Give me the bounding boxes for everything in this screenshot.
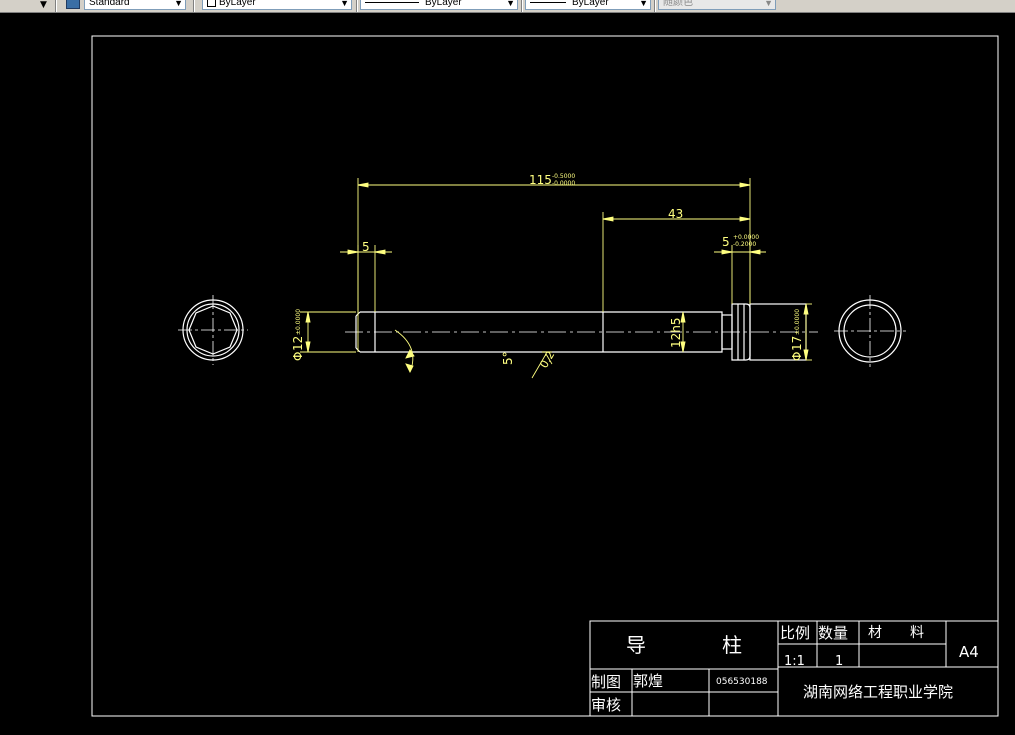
lineweight-select[interactable]: ByLayer ▼ bbox=[525, 0, 651, 10]
linetype-preview-icon bbox=[365, 1, 419, 3]
review-label: 审核 bbox=[591, 696, 621, 714]
layer-select[interactable]: ByLayer ▼ bbox=[202, 0, 352, 10]
arrowhead bbox=[803, 349, 809, 361]
dimensions bbox=[300, 178, 812, 379]
scale-value: 1:1 bbox=[784, 654, 805, 669]
toolbar-separator bbox=[654, 0, 656, 12]
text-style-select[interactable]: Standard ▼ bbox=[84, 0, 186, 10]
arrowhead bbox=[305, 341, 311, 353]
qty-header: 数量 bbox=[818, 624, 848, 642]
arrowhead bbox=[305, 311, 311, 323]
arrowhead bbox=[347, 249, 359, 255]
dimension-texts: 115 -0.5000 -0.0000 43 5 5 +0.0000 -0.20… bbox=[291, 173, 804, 371]
plot-style-value: 随颜色 bbox=[663, 0, 693, 8]
dim-5-right-text: 5 bbox=[722, 235, 730, 249]
sheet-size: A4 bbox=[959, 643, 979, 661]
layer-value: ByLayer bbox=[219, 0, 256, 8]
chevron-down-icon[interactable]: ▼ bbox=[40, 0, 47, 10]
sheet-border bbox=[91, 35, 999, 717]
dim-115-text: 115 bbox=[529, 173, 552, 187]
arrowhead bbox=[357, 182, 369, 188]
lineweight-preview-icon bbox=[530, 1, 566, 3]
dim-dia12-prefix: Φ bbox=[291, 352, 305, 361]
dim-115-tol-lower: -0.0000 bbox=[552, 180, 575, 187]
drawn-label: 制图 bbox=[591, 673, 621, 691]
dim-12h5-text: 12h5 bbox=[669, 317, 683, 348]
chevron-down-icon: ▼ bbox=[506, 0, 515, 8]
qty-value: 1 bbox=[835, 654, 843, 669]
dim-5-right-tol-lower: -0.2000 bbox=[733, 241, 756, 248]
chevron-down-icon: ▼ bbox=[639, 0, 648, 8]
dim-dia12-text: 12 bbox=[291, 336, 305, 351]
material-header: 材 料 bbox=[868, 625, 924, 641]
scale-header: 比例 bbox=[780, 624, 810, 642]
drawn-id: 056530188 bbox=[716, 677, 768, 687]
arrowhead bbox=[721, 249, 733, 255]
linetype-select[interactable]: ByLayer ▼ bbox=[360, 0, 518, 10]
linetype-value: ByLayer bbox=[425, 0, 462, 8]
arrowhead bbox=[739, 216, 751, 222]
dim-dia17-prefix: Φ bbox=[790, 352, 804, 361]
arrowhead bbox=[749, 249, 761, 255]
toolbar-separator bbox=[356, 0, 358, 12]
part-name-char-1: 导 bbox=[626, 633, 646, 657]
drawing-canvas[interactable]: 115 -0.5000 -0.0000 43 5 5 +0.0000 -0.20… bbox=[0, 12, 1015, 735]
part-name-char-2: 柱 bbox=[722, 633, 742, 657]
drawn-name: 郭煌 bbox=[633, 672, 663, 690]
institution-name: 湖南网络工程职业学院 bbox=[803, 683, 953, 701]
chevron-down-icon: ▼ bbox=[174, 0, 183, 8]
dim-dia17-text: 17 bbox=[790, 336, 804, 351]
lineweight-value: ByLayer bbox=[572, 0, 609, 8]
dim-5-right-tol-upper: +0.0000 bbox=[733, 234, 759, 241]
arrowhead bbox=[803, 303, 809, 315]
arrowhead bbox=[739, 182, 751, 188]
angle-label: 5° bbox=[501, 351, 515, 365]
shaft-front-view bbox=[345, 303, 818, 361]
text-style-icon[interactable] bbox=[66, 0, 80, 9]
color-swatch-icon bbox=[207, 0, 216, 7]
toolbar-separator bbox=[521, 0, 523, 12]
chevron-down-icon: ▼ bbox=[764, 0, 773, 8]
arrowhead bbox=[602, 216, 614, 222]
dim-5-left-text: 5 bbox=[362, 240, 370, 254]
dim-dia17-tol: ±0.0000 bbox=[794, 309, 801, 335]
text-style-value: Standard bbox=[89, 0, 130, 8]
toolbar-separator bbox=[193, 0, 195, 12]
chevron-down-icon: ▼ bbox=[340, 0, 349, 8]
dim-dia12-tol: ±0.0000 bbox=[295, 309, 302, 335]
dim-43-text: 43 bbox=[668, 207, 683, 221]
plot-style-select[interactable]: 随颜色 ▼ bbox=[658, 0, 776, 10]
dim-115-tol-upper: -0.5000 bbox=[552, 173, 575, 180]
arrowhead bbox=[374, 249, 386, 255]
left-end-view bbox=[178, 295, 248, 365]
right-end-view bbox=[834, 295, 906, 367]
toolbar-separator bbox=[55, 0, 57, 12]
